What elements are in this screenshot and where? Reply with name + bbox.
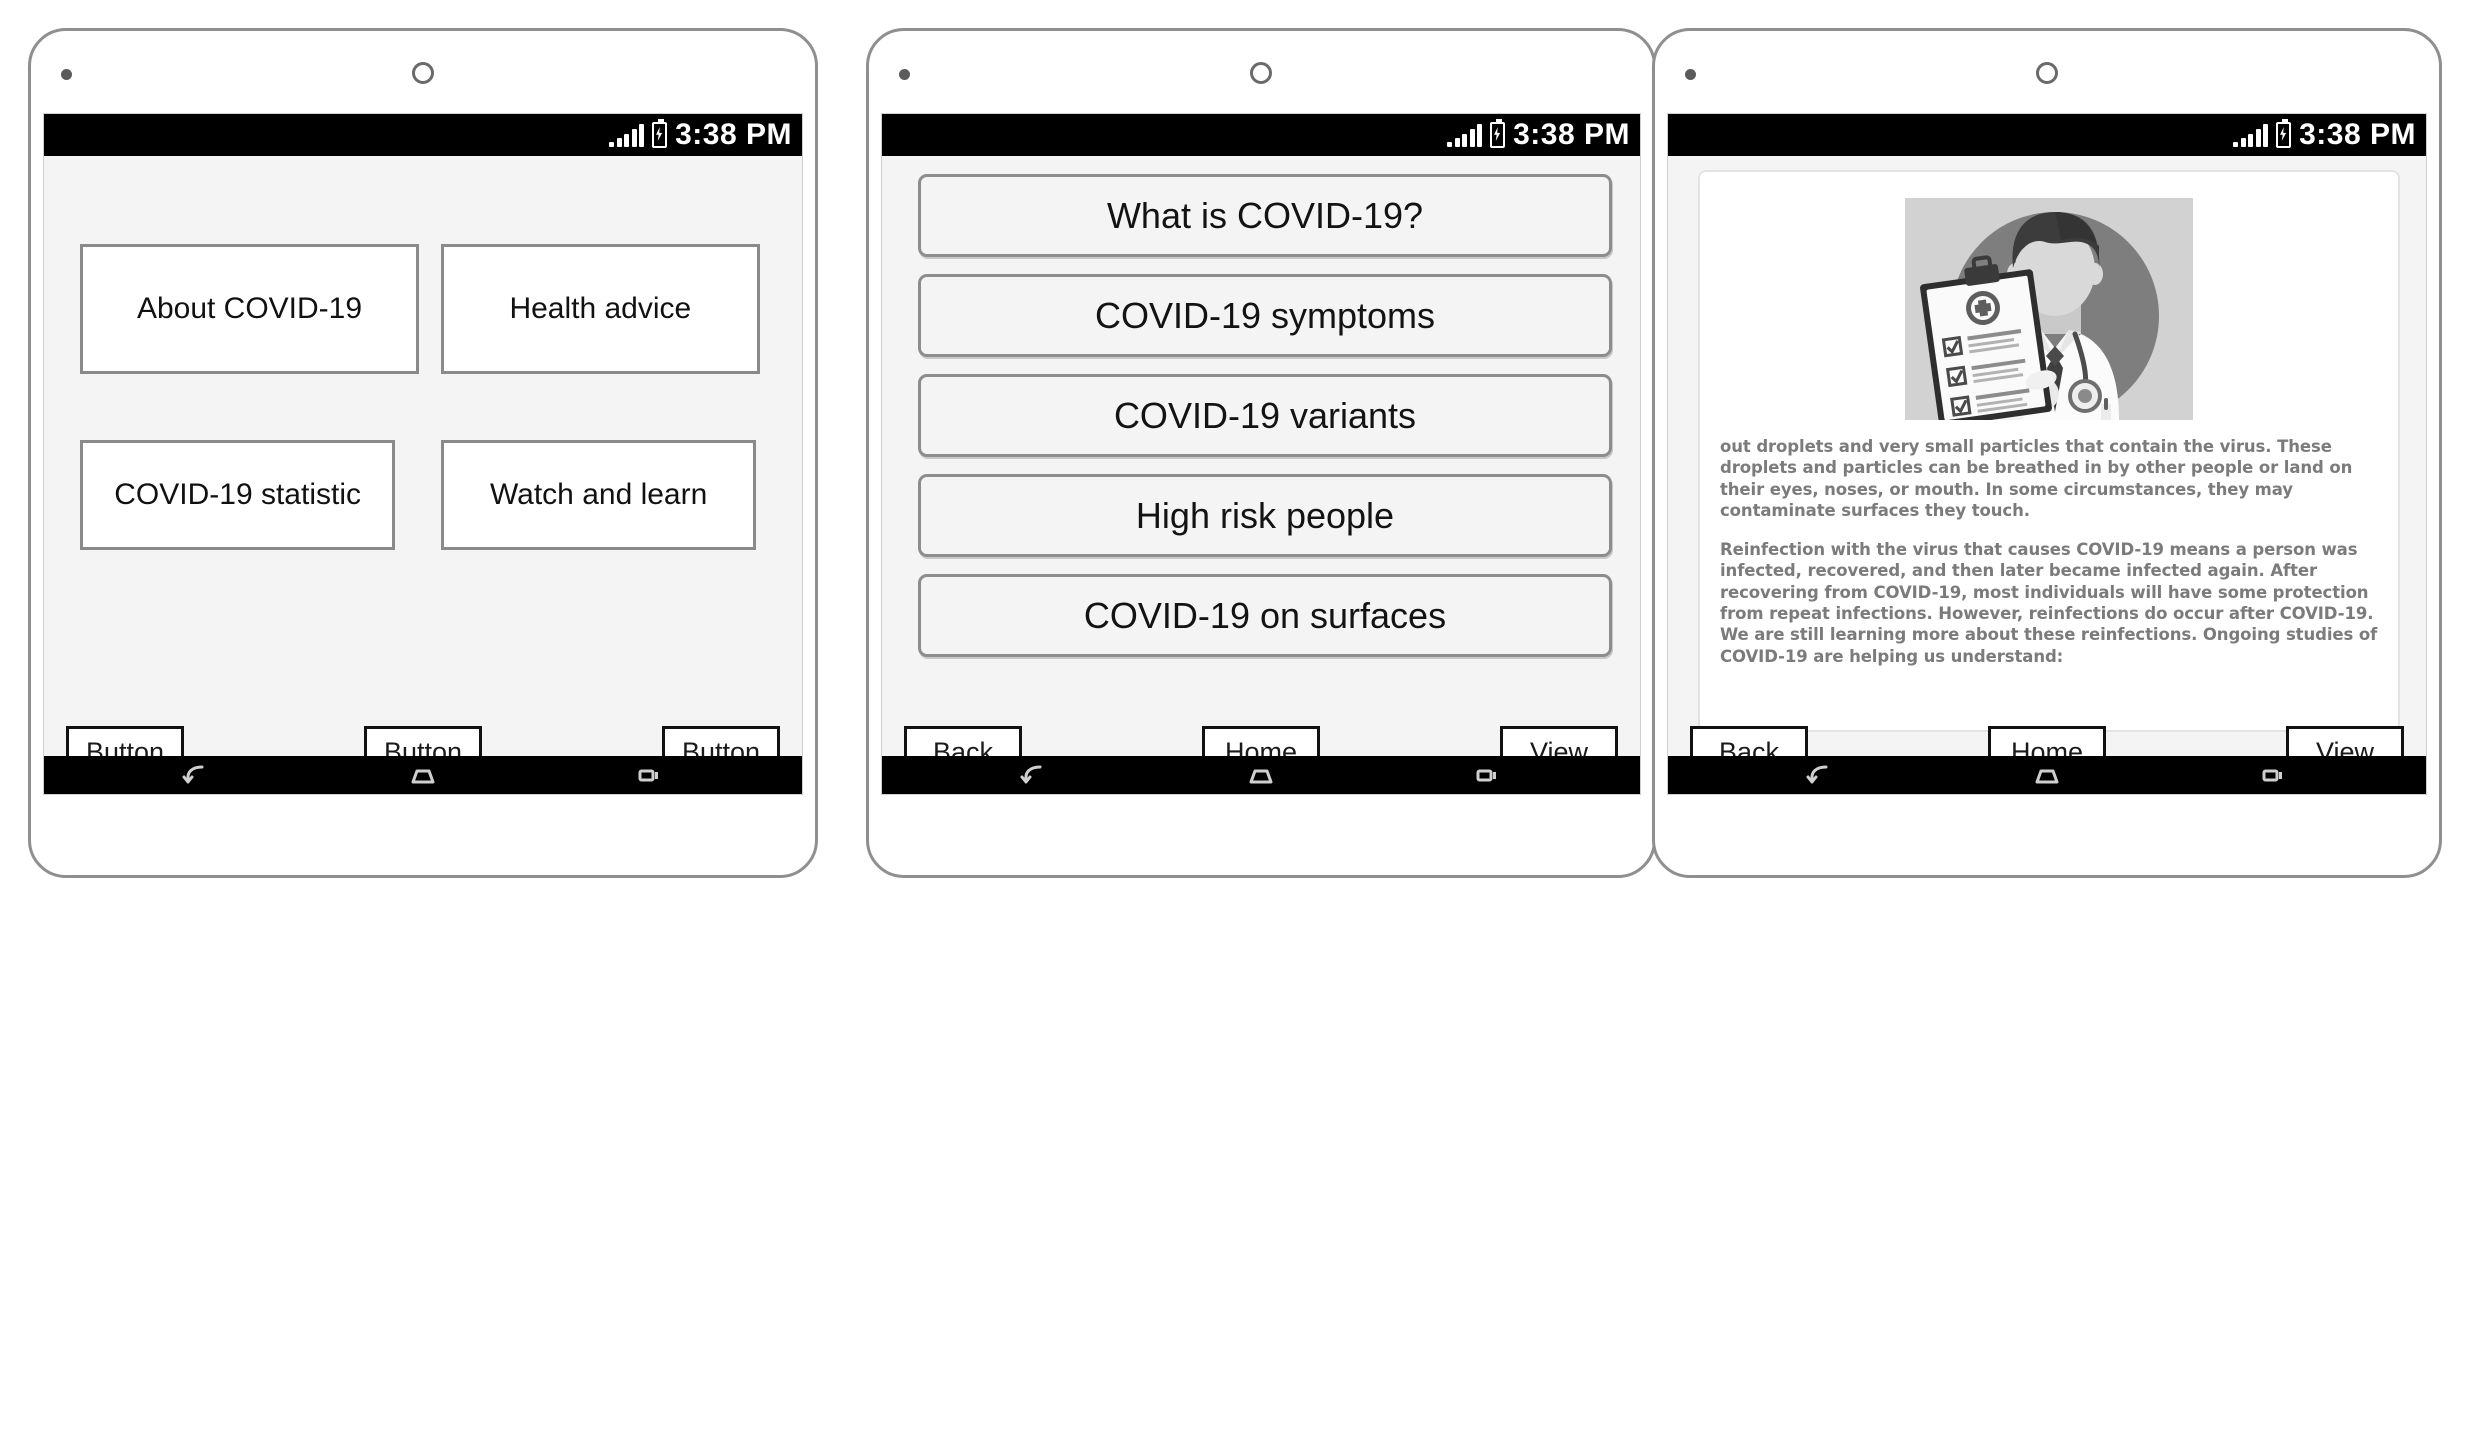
menu-tile-label: Watch and learn — [489, 478, 708, 511]
screen-article-detail: 3:38 PM out droplets and very small part… — [1667, 113, 2427, 795]
footer-button-3[interactable]: Button — [662, 726, 780, 756]
status-bar: 3:38 PM — [882, 114, 1640, 156]
home-menu-body: About COVID-19 Health advice COVID-19 st… — [44, 156, 802, 756]
android-nav-bar — [44, 756, 802, 794]
footer-button-row: Back Home View — [1668, 726, 2426, 756]
footer-button-1[interactable]: Button — [66, 726, 184, 756]
front-camera-icon — [1250, 62, 1272, 84]
home-button[interactable]: Home — [1988, 726, 2106, 756]
android-home-icon[interactable] — [2032, 764, 2062, 786]
list-item-label: COVID-19 symptoms — [1094, 294, 1436, 336]
back-button[interactable]: Back — [1690, 726, 1808, 756]
android-home-icon[interactable] — [1246, 764, 1276, 786]
footer-button-label: Home — [2010, 736, 2084, 757]
phone-frame-list: 3:38 PM What is COVID-19? COVID-19 sympt… — [866, 28, 1656, 878]
android-recents-icon[interactable] — [1472, 764, 1502, 786]
three-phone-mockup-canvas: 3:38 PM About COVID-19 Health advice COV… — [0, 0, 2484, 1447]
footer-button-label: Back — [1718, 736, 1780, 757]
menu-tile-label: Health advice — [509, 292, 692, 325]
view-button[interactable]: View — [2286, 726, 2404, 756]
footer-button-label: Back — [932, 736, 994, 757]
list-item-what-is-covid[interactable]: What is COVID-19? — [918, 174, 1612, 257]
android-recents-icon[interactable] — [2258, 764, 2288, 786]
menu-tile-about-covid[interactable]: About COVID-19 — [80, 244, 419, 374]
footer-button-label: View — [2315, 736, 2375, 757]
android-back-icon[interactable] — [1806, 764, 1836, 786]
topic-list: What is COVID-19? COVID-19 symptoms COVI… — [918, 174, 1612, 657]
android-nav-bar — [882, 756, 1640, 794]
front-camera-icon — [412, 62, 434, 84]
list-item-label: COVID-19 variants — [1113, 394, 1417, 436]
menu-tile-label: COVID-19 statistic — [114, 478, 361, 511]
article-card: out droplets and very small particles th… — [1698, 170, 2400, 732]
status-bar-clock: 3:38 PM — [2299, 118, 2416, 151]
list-item-covid-variants[interactable]: COVID-19 variants — [918, 374, 1612, 457]
menu-tile-covid-statistic[interactable]: COVID-19 statistic — [80, 440, 396, 550]
signal-bars-icon — [1447, 123, 1483, 147]
android-home-icon[interactable] — [408, 764, 438, 786]
menu-tile-watch-and-learn[interactable]: Watch and learn — [441, 440, 757, 550]
footer-button-label: View — [1529, 736, 1589, 757]
status-bar: 3:38 PM — [1668, 114, 2426, 156]
view-button[interactable]: View — [1500, 726, 1618, 756]
footer-button-label: Button — [383, 736, 463, 757]
android-back-icon[interactable] — [182, 764, 212, 786]
list-item-label: High risk people — [1135, 494, 1395, 536]
menu-tile-health-advice[interactable]: Health advice — [441, 244, 760, 374]
list-item-label: COVID-19 on surfaces — [1083, 594, 1447, 636]
home-button[interactable]: Home — [1202, 726, 1320, 756]
android-recents-icon[interactable] — [634, 764, 664, 786]
front-camera-icon — [2036, 62, 2058, 84]
footer-button-label: Button — [85, 736, 165, 757]
footer-button-2[interactable]: Button — [364, 726, 482, 756]
footer-button-row: Back Home View — [882, 726, 1640, 756]
status-bar: 3:38 PM — [44, 114, 802, 156]
list-item-covid-symptoms[interactable]: COVID-19 symptoms — [918, 274, 1612, 357]
article-text: out droplets and very small particles th… — [1714, 436, 2384, 667]
signal-bars-icon — [2233, 123, 2269, 147]
footer-button-row: Button Button Button — [44, 726, 802, 756]
about-covid-list-body: What is COVID-19? COVID-19 symptoms COVI… — [882, 156, 1640, 756]
proximity-sensor-icon — [61, 69, 72, 80]
list-item-covid-on-surfaces[interactable]: COVID-19 on surfaces — [918, 574, 1612, 657]
signal-bars-icon — [609, 123, 645, 147]
proximity-sensor-icon — [899, 69, 910, 80]
battery-charging-icon — [652, 119, 668, 148]
menu-grid: About COVID-19 Health advice COVID-19 st… — [80, 244, 780, 550]
list-item-label: What is COVID-19? — [1106, 194, 1424, 236]
phone-frame-article: 3:38 PM out droplets and very small part… — [1652, 28, 2442, 878]
proximity-sensor-icon — [1685, 69, 1696, 80]
doctor-with-clipboard-illustration — [1905, 198, 2193, 420]
battery-charging-icon — [1490, 119, 1506, 148]
article-paragraph-1: out droplets and very small particles th… — [1720, 437, 2353, 520]
back-button[interactable]: Back — [904, 726, 1022, 756]
menu-tile-label: About COVID-19 — [136, 292, 363, 325]
status-bar-clock: 3:38 PM — [675, 118, 792, 151]
status-bar-clock: 3:38 PM — [1513, 118, 1630, 151]
article-detail-body: out droplets and very small particles th… — [1668, 156, 2426, 756]
android-back-icon[interactable] — [1020, 764, 1050, 786]
list-item-high-risk-people[interactable]: High risk people — [918, 474, 1612, 557]
phone-frame-home: 3:38 PM About COVID-19 Health advice COV… — [28, 28, 818, 878]
screen-about-covid-list: 3:38 PM What is COVID-19? COVID-19 sympt… — [881, 113, 1641, 795]
footer-button-label: Home — [1224, 736, 1298, 757]
screen-home-menu: 3:38 PM About COVID-19 Health advice COV… — [43, 113, 803, 795]
android-nav-bar — [1668, 756, 2426, 794]
article-paragraph-2: Reinfection with the virus that causes C… — [1720, 540, 2378, 666]
battery-charging-icon — [2276, 119, 2292, 148]
footer-button-label: Button — [681, 736, 761, 757]
